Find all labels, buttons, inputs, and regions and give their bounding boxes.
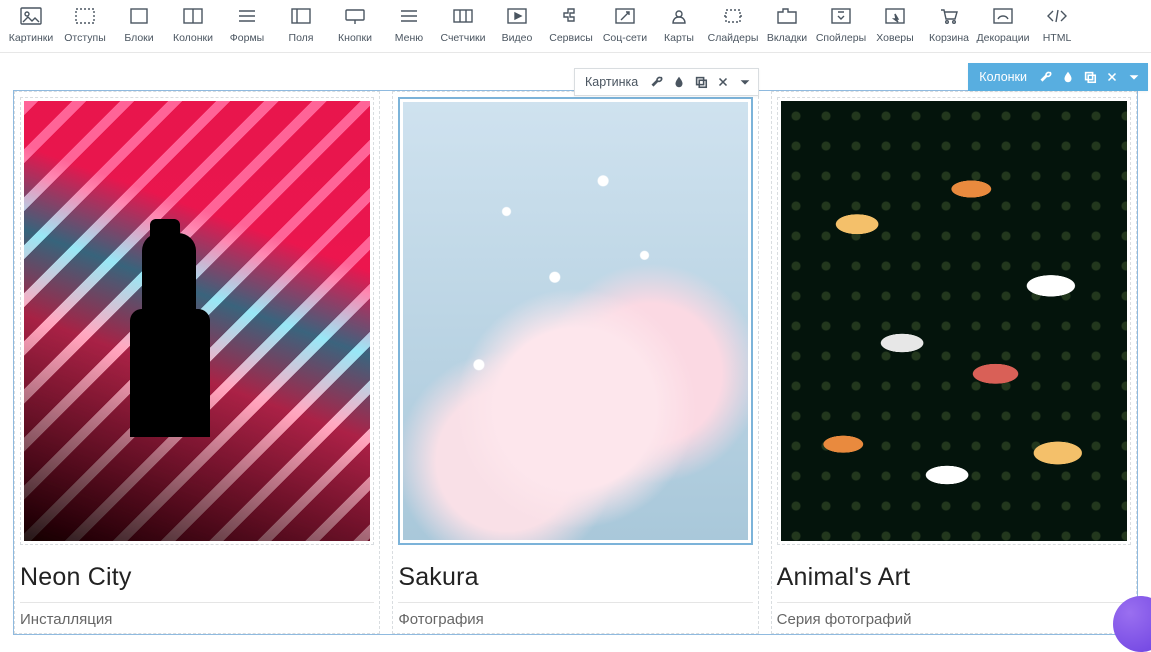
column-card[interactable]: Animal's Art Серия фотографий bbox=[771, 91, 1137, 634]
column-card[interactable]: Neon City Инсталляция bbox=[14, 91, 380, 634]
toolbar: Картинки Отступы Блоки Колонки Формы Пол… bbox=[0, 0, 1151, 53]
chevron-down-icon[interactable] bbox=[738, 75, 752, 89]
drop-icon[interactable] bbox=[1061, 70, 1075, 84]
close-icon[interactable] bbox=[1105, 70, 1119, 84]
tool-pictures[interactable]: Картинки bbox=[4, 6, 58, 44]
divider bbox=[20, 602, 374, 603]
drop-icon[interactable] bbox=[672, 75, 686, 89]
tool-forms[interactable]: Формы bbox=[220, 6, 274, 44]
image-animals-art bbox=[781, 101, 1127, 541]
tool-tabs[interactable]: Вкладки bbox=[760, 6, 814, 44]
card-title[interactable]: Neon City bbox=[20, 563, 374, 592]
tool-blocks[interactable]: Блоки bbox=[112, 6, 166, 44]
wrench-icon[interactable] bbox=[1039, 70, 1053, 84]
divider bbox=[398, 602, 752, 603]
card-subtitle[interactable]: Серия фотографий bbox=[777, 611, 1131, 628]
tool-label: Формы bbox=[230, 32, 264, 44]
tool-menu[interactable]: Меню bbox=[382, 6, 436, 44]
tool-label: Слайдеры bbox=[708, 32, 759, 44]
tool-label: HTML bbox=[1043, 32, 1072, 44]
tool-label: Меню bbox=[395, 32, 423, 44]
tool-paddings[interactable]: Отступы bbox=[58, 6, 112, 44]
tool-spoilers[interactable]: Спойлеры bbox=[814, 6, 868, 44]
tool-label: Поля bbox=[289, 32, 314, 44]
tool-label: Спойлеры bbox=[816, 32, 866, 44]
tool-label: Блоки bbox=[124, 32, 153, 44]
tool-label: Декорации bbox=[977, 32, 1030, 44]
tool-counters[interactable]: Счетчики bbox=[436, 6, 490, 44]
tool-maps[interactable]: Карты bbox=[652, 6, 706, 44]
tool-sliders[interactable]: Слайдеры bbox=[706, 6, 760, 44]
card-title[interactable]: Animal's Art bbox=[777, 563, 1131, 592]
tool-label: Сервисы bbox=[549, 32, 593, 44]
divider bbox=[777, 602, 1131, 603]
columns-container[interactable]: Neon City Инсталляция Sakura Фотография … bbox=[14, 91, 1137, 634]
tool-video[interactable]: Видео bbox=[490, 6, 544, 44]
tool-cart[interactable]: Корзина bbox=[922, 6, 976, 44]
tool-fields[interactable]: Поля bbox=[274, 6, 328, 44]
tool-decorations[interactable]: Декорации bbox=[976, 6, 1030, 44]
card-subtitle[interactable]: Инсталляция bbox=[20, 611, 374, 628]
tool-label: Отступы bbox=[64, 32, 106, 44]
tool-label: Счетчики bbox=[440, 32, 485, 44]
tool-label: Ховеры bbox=[876, 32, 913, 44]
image-neon-city bbox=[24, 101, 370, 541]
tool-buttons[interactable]: Кнопки bbox=[328, 6, 382, 44]
element-control-label: Колонки bbox=[975, 70, 1031, 84]
wrench-icon[interactable] bbox=[650, 75, 664, 89]
image-frame-selected[interactable] bbox=[398, 97, 752, 545]
element-control-label: Картинка bbox=[581, 75, 642, 89]
duplicate-icon[interactable] bbox=[694, 75, 708, 89]
card-subtitle[interactable]: Фотография bbox=[398, 611, 752, 628]
image-frame[interactable] bbox=[777, 97, 1131, 545]
tool-label: Колонки bbox=[173, 32, 213, 44]
tool-columns[interactable]: Колонки bbox=[166, 6, 220, 44]
tool-hovers[interactable]: Ховеры bbox=[868, 6, 922, 44]
element-control-image: Картинка bbox=[574, 68, 759, 96]
chevron-down-icon[interactable] bbox=[1127, 70, 1141, 84]
image-frame[interactable] bbox=[20, 97, 374, 545]
tool-html[interactable]: HTML bbox=[1030, 6, 1084, 44]
tool-social[interactable]: Соц-сети bbox=[598, 6, 652, 44]
tool-services[interactable]: Сервисы bbox=[544, 6, 598, 44]
tool-label: Карты bbox=[664, 32, 694, 44]
element-control-columns: Колонки bbox=[968, 63, 1148, 91]
column-card[interactable]: Sakura Фотография bbox=[392, 91, 758, 634]
tool-label: Корзина bbox=[929, 32, 969, 44]
canvas: Neon City Инсталляция Sakura Фотография … bbox=[0, 53, 1151, 634]
tool-label: Картинки bbox=[9, 32, 54, 44]
card-title[interactable]: Sakura bbox=[398, 563, 752, 592]
tool-label: Видео bbox=[502, 32, 533, 44]
tool-label: Кнопки bbox=[338, 32, 372, 44]
close-icon[interactable] bbox=[716, 75, 730, 89]
duplicate-icon[interactable] bbox=[1083, 70, 1097, 84]
tool-label: Соц-сети bbox=[603, 32, 647, 44]
image-sakura bbox=[403, 102, 747, 540]
tool-label: Вкладки bbox=[767, 32, 807, 44]
